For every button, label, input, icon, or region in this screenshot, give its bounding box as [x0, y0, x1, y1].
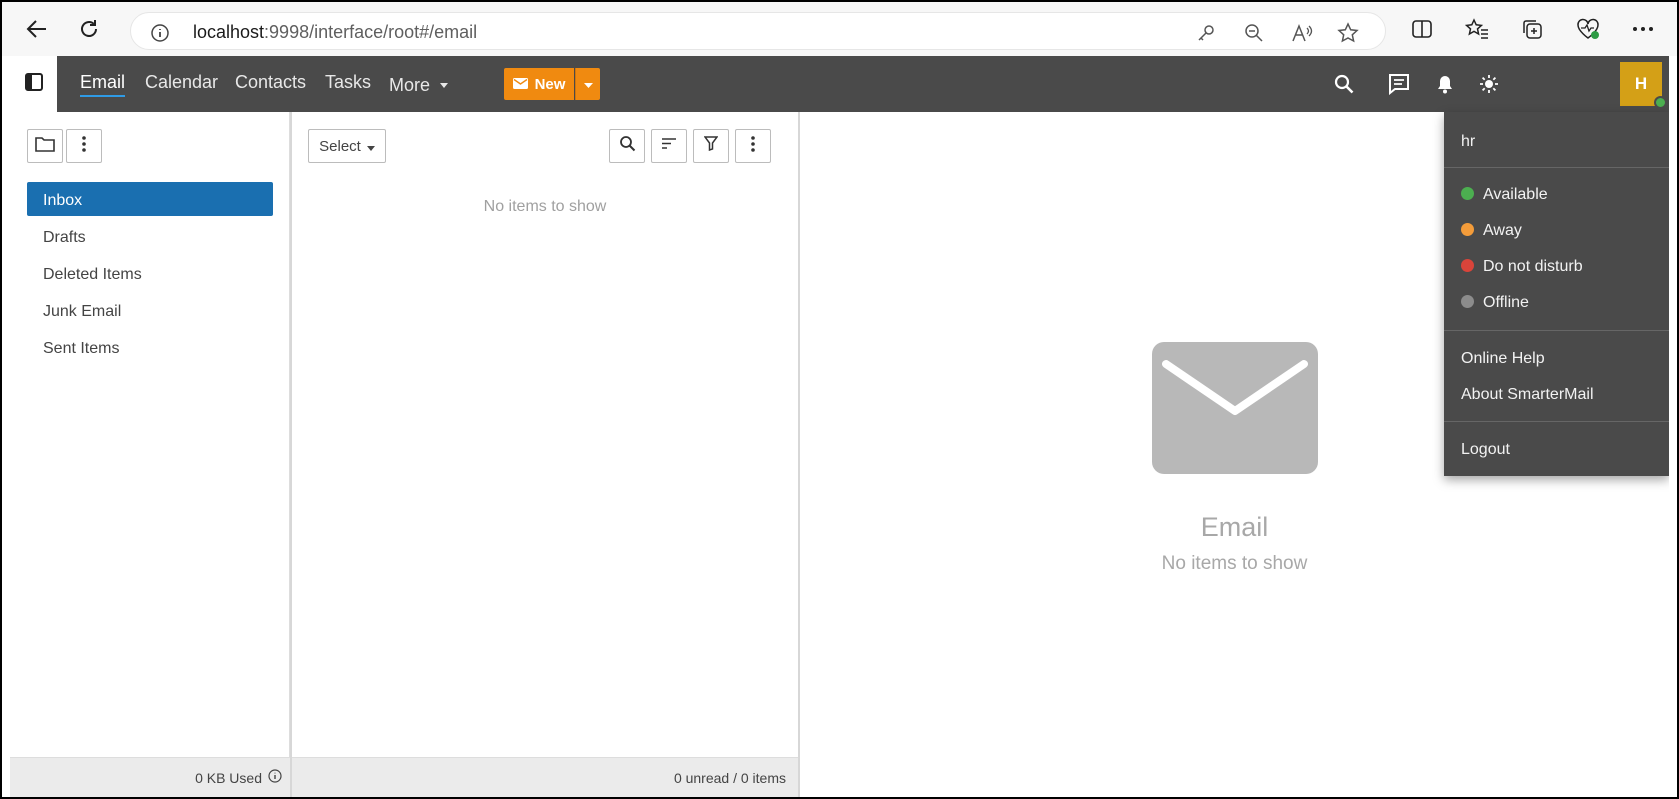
nav-more[interactable]: More: [389, 72, 449, 96]
url-path: :9998/interface/root#/email: [264, 22, 478, 42]
list-empty-message: No items to show: [483, 198, 607, 215]
reload-icon[interactable]: [76, 16, 102, 42]
logout-link[interactable]: Logout: [1461, 441, 1510, 459]
avatar-letter: H: [1634, 74, 1648, 93]
folder-junk-email[interactable]: Junk Email: [27, 293, 273, 327]
info-icon[interactable]: [268, 769, 282, 786]
storage-usage-text: 0 KB Used: [195, 769, 262, 786]
sort-icon: [661, 137, 677, 155]
app-top-nav: Email Calendar Contacts Tasks More New H: [57, 56, 1669, 112]
menu-divider: [1444, 167, 1669, 168]
online-help-link[interactable]: Online Help: [1461, 350, 1545, 368]
presence-dot: [1654, 96, 1667, 109]
window-edge: [1669, 56, 1677, 797]
envelope-icon: [1152, 342, 1318, 474]
sort-button[interactable]: [651, 129, 687, 163]
status-dot-orange: [1461, 223, 1474, 236]
bell-icon[interactable]: [1433, 72, 1457, 96]
status-label: Away: [1483, 222, 1522, 239]
browser-toolbar: localhost:9998/interface/root#/email: [2, 2, 1677, 56]
folder-inbox[interactable]: Inbox: [27, 182, 273, 216]
status-label: Offline: [1483, 294, 1529, 311]
folder-manage-button[interactable]: [27, 129, 63, 163]
url-text[interactable]: localhost:9998/interface/root#/email: [193, 22, 477, 43]
favorites-icon[interactable]: [1464, 16, 1490, 42]
folder-options-button[interactable]: [66, 129, 102, 163]
status-label: Available: [1483, 186, 1548, 203]
status-dot-gray: [1461, 295, 1474, 308]
user-menu-username: hr: [1461, 133, 1476, 150]
chat-icon[interactable]: [1387, 72, 1411, 96]
caret-down-icon: [583, 75, 593, 93]
reading-pane-subtitle: No items to show: [1161, 553, 1308, 574]
favorite-star-icon[interactable]: [1337, 22, 1359, 44]
list-count: 0 unread / 0 items: [292, 757, 798, 797]
menu-divider: [1444, 421, 1669, 422]
sidebar-toggle-icon: [24, 72, 43, 96]
status-dot-green: [1461, 187, 1474, 200]
storage-usage: 0 KB Used: [10, 757, 290, 797]
zoom-out-icon[interactable]: [1243, 22, 1265, 44]
envelope-icon: [512, 76, 528, 93]
status-label: Do not disturb: [1483, 258, 1583, 275]
nav-more-label: More: [389, 75, 431, 95]
url-host: localhost: [193, 22, 265, 42]
folder-drafts[interactable]: Drafts: [27, 219, 273, 253]
split-screen-icon[interactable]: [1409, 16, 1435, 42]
more-icon[interactable]: [1630, 16, 1656, 42]
theme-toggle-icon[interactable]: [1477, 72, 1501, 96]
collections-icon[interactable]: [1519, 16, 1545, 42]
kebab-icon: [82, 135, 86, 157]
caret-down-icon: [440, 72, 449, 93]
filter-button[interactable]: [693, 129, 729, 163]
folder-deleted-items[interactable]: Deleted Items: [27, 256, 273, 290]
folder-pane: Inbox Drafts Deleted Items Junk Email Se…: [10, 112, 290, 797]
caret-down-icon: [366, 138, 375, 155]
status-away[interactable]: Away: [1461, 222, 1522, 240]
browser-window: localhost:9998/interface/root#/email Ema…: [2, 2, 1677, 797]
list-options-button[interactable]: [735, 129, 771, 163]
read-aloud-icon[interactable]: [1291, 22, 1313, 44]
status-dot-red: [1461, 259, 1474, 272]
nav-email[interactable]: Email: [80, 72, 126, 97]
kebab-icon: [751, 135, 755, 157]
about-link[interactable]: About SmarterMail: [1461, 386, 1594, 404]
browser-essentials-icon[interactable]: [1575, 16, 1601, 42]
message-list-pane: Select No items to show 0 unread / 0 ite…: [290, 112, 800, 797]
new-dropdown-button[interactable]: [575, 68, 600, 100]
nav-contacts[interactable]: Contacts: [235, 72, 306, 93]
nav-calendar[interactable]: Calendar: [145, 72, 218, 93]
status-do-not-disturb[interactable]: Do not disturb: [1461, 258, 1583, 276]
status-offline[interactable]: Offline: [1461, 294, 1529, 312]
nav-tasks[interactable]: Tasks: [325, 72, 371, 93]
address-bar[interactable]: localhost:9998/interface/root#/email: [130, 12, 1386, 50]
info-icon[interactable]: [149, 22, 171, 44]
menu-divider: [1444, 330, 1669, 331]
select-dropdown[interactable]: Select: [308, 129, 386, 163]
folder-icon: [35, 136, 55, 157]
folder-sent-items[interactable]: Sent Items: [27, 330, 273, 364]
new-button-label: New: [534, 75, 566, 93]
select-label: Select: [319, 137, 361, 155]
user-avatar[interactable]: H: [1620, 62, 1667, 109]
new-button[interactable]: New: [504, 68, 574, 100]
filter-icon: [703, 136, 719, 156]
key-icon[interactable]: [1195, 22, 1217, 44]
search-icon[interactable]: [1332, 72, 1356, 96]
sidebar-toggle-button[interactable]: [10, 56, 57, 112]
search-icon: [619, 135, 636, 157]
reading-pane-title: Email: [1200, 512, 1269, 542]
back-icon[interactable]: [24, 16, 50, 42]
status-available[interactable]: Available: [1461, 186, 1548, 204]
list-search-button[interactable]: [609, 129, 645, 163]
user-menu: hr Available Away Do not disturb Offline…: [1444, 112, 1669, 476]
